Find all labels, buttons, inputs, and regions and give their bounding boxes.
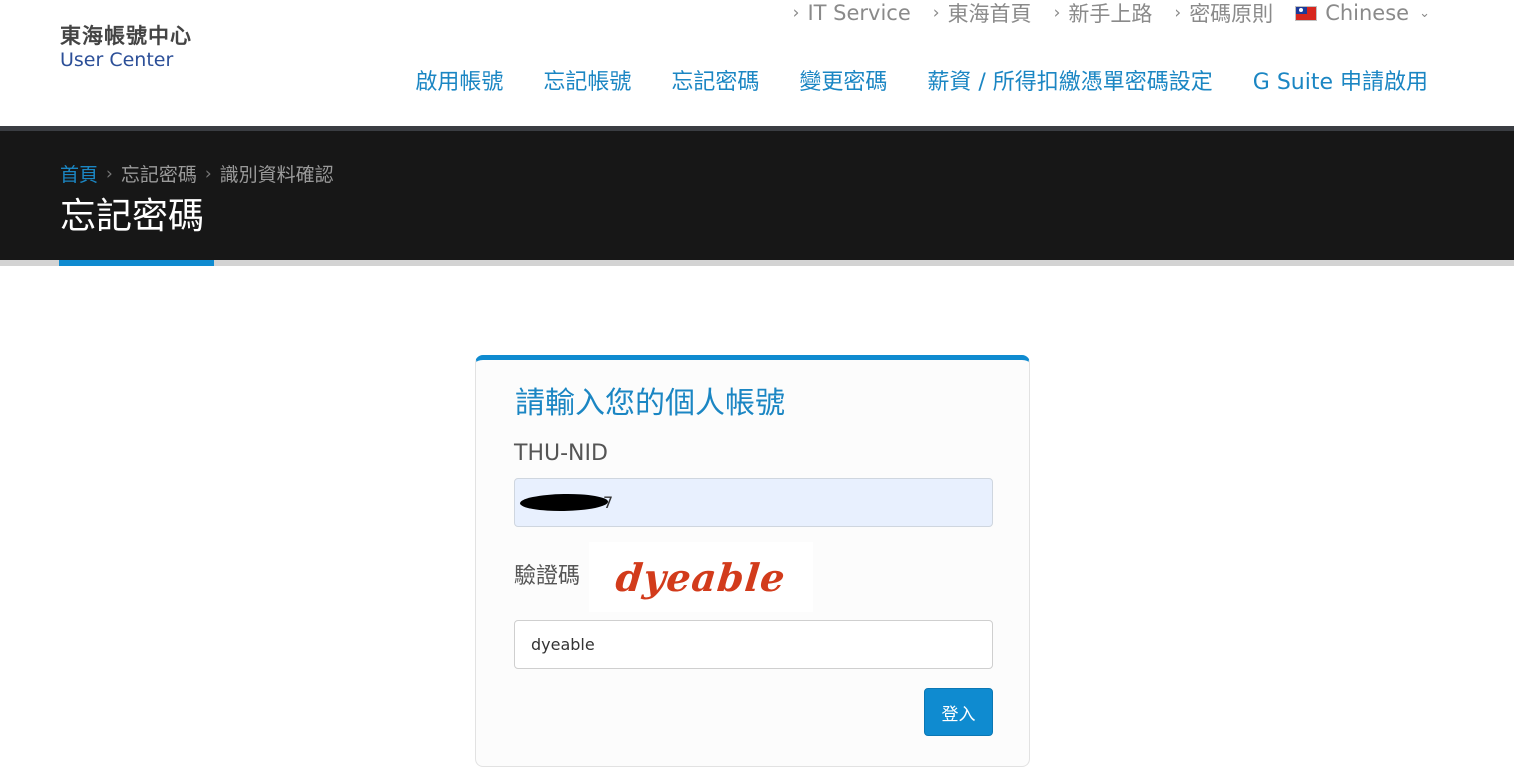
- nav-forgot-password[interactable]: 忘記密碼: [671, 64, 759, 96]
- site-logo[interactable]: 東海帳號中心 User Center: [60, 24, 192, 72]
- top-links: › IT Service › 東海首頁 › 新手上路 › 密碼原則 Chines…: [793, 0, 1430, 26]
- top-link-label: 密碼原則: [1189, 2, 1274, 26]
- nav-gsuite-activation[interactable]: G Suite 申請啟用: [1253, 64, 1428, 96]
- main-nav: 啟用帳號 忘記帳號 忘記密碼 變更密碼 薪資 / 所得扣繳憑單密碼設定 G Su…: [415, 64, 1428, 96]
- breadcrumb: 首頁 › 忘記密碼 › 識別資料確認: [60, 160, 334, 187]
- breadcrumb-identity-check: 識別資料確認: [219, 164, 334, 186]
- chevron-right-icon: ›: [204, 163, 212, 184]
- language-label: Chinese: [1325, 1, 1410, 25]
- nav-forgot-account[interactable]: 忘記帳號: [543, 64, 631, 96]
- captcha-image[interactable]: dyeable: [589, 542, 813, 612]
- breadcrumb-forgot-password: 忘記密碼: [120, 164, 197, 186]
- account-form-card: 請輸入您的個人帳號 THU-NID 驗證碼 dyeable 登入: [475, 355, 1030, 767]
- taiwan-flag-icon: [1295, 5, 1318, 21]
- chevron-right-icon: ›: [1053, 3, 1061, 23]
- top-link-it-service[interactable]: › IT Service: [793, 1, 911, 25]
- top-link-label: IT Service: [807, 1, 911, 25]
- chevron-down-icon: ⌄: [1419, 5, 1430, 21]
- breadcrumb-home[interactable]: 首頁: [60, 160, 98, 187]
- page-banner: 首頁 › 忘記密碼 › 識別資料確認 忘記密碼: [0, 131, 1514, 260]
- top-link-label: 東海首頁: [947, 2, 1032, 26]
- page-title: 忘記密碼: [60, 196, 205, 237]
- chevron-right-icon: ›: [1174, 3, 1182, 23]
- chevron-right-icon: ›: [792, 3, 800, 23]
- nav-activate-account[interactable]: 啟用帳號: [415, 64, 503, 96]
- top-link-thu-home[interactable]: › 東海首頁: [933, 0, 1032, 28]
- captcha-label: 驗證碼: [514, 564, 581, 589]
- nav-payroll-password[interactable]: 薪資 / 所得扣繳憑單密碼設定: [927, 64, 1212, 96]
- logo-title: 東海帳號中心: [60, 24, 192, 48]
- chevron-right-icon: ›: [932, 3, 940, 23]
- chevron-right-icon: ›: [106, 163, 113, 184]
- form-title: 請輸入您的個人帳號: [515, 386, 785, 421]
- banner-bottom-bar: [0, 260, 1514, 266]
- logo-subtitle: User Center: [60, 49, 174, 71]
- top-link-getting-started[interactable]: › 新手上路: [1054, 0, 1153, 28]
- banner-accent-bar: [59, 260, 214, 266]
- captcha-input[interactable]: [514, 620, 993, 669]
- captcha-image-text: dyeable: [613, 554, 789, 600]
- nid-label: THU-NID: [514, 441, 608, 466]
- login-button[interactable]: 登入: [924, 688, 993, 736]
- site-header: 東海帳號中心 User Center › IT Service › 東海首頁 ›…: [0, 0, 1514, 126]
- language-selector[interactable]: Chinese ⌄: [1295, 1, 1430, 25]
- top-link-password-policy[interactable]: › 密碼原則: [1174, 0, 1273, 28]
- top-link-label: 新手上路: [1068, 2, 1153, 26]
- nav-change-password[interactable]: 變更密碼: [799, 64, 887, 96]
